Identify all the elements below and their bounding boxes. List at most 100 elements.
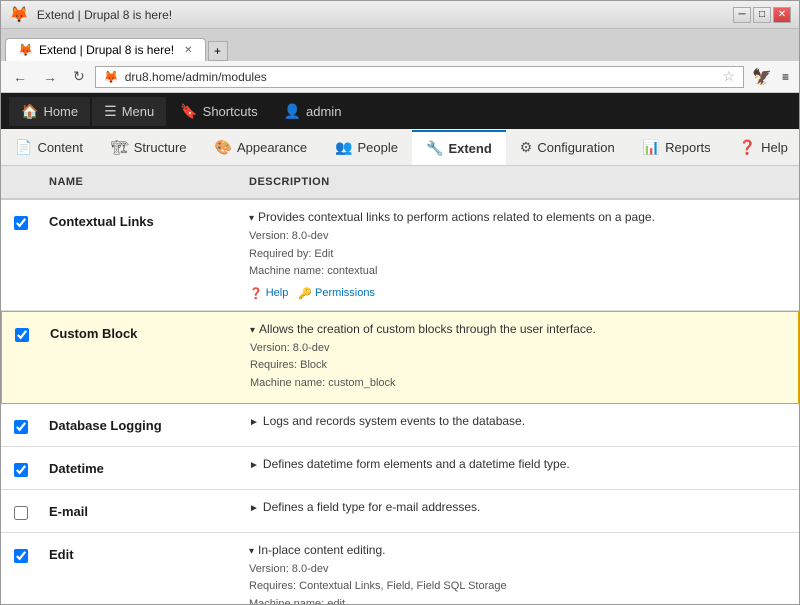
toolbar-menu[interactable]: ☰ Menu: [92, 97, 166, 126]
triangle-icon-edit: ▾: [249, 546, 254, 557]
module-desc-datetime: Defines datetime form elements and a dat…: [263, 457, 570, 471]
drupal-icon[interactable]: 🦅: [748, 65, 776, 89]
home-icon: 🏠: [21, 103, 38, 120]
admin-icon: 👤: [284, 103, 301, 120]
checkbox-database-logging[interactable]: [14, 420, 28, 434]
module-name-database-logging: Database Logging: [49, 418, 162, 433]
bookmark-star-icon[interactable]: ☆: [723, 68, 736, 85]
nav-people[interactable]: 👥 People: [321, 131, 412, 164]
checkbox-datetime[interactable]: [14, 463, 28, 477]
triangle-icon-contextual: ▾: [249, 213, 254, 224]
module-name-contextual-links: Contextual Links: [49, 214, 154, 229]
module-name-custom-block: Custom Block: [50, 326, 137, 341]
permissions-link-contextual[interactable]: 🔑 Permissions: [298, 287, 375, 300]
nav-structure-label: Structure: [134, 140, 187, 155]
nav-structure[interactable]: 🏗 Structure: [97, 131, 201, 164]
checkbox-cell-email: [1, 490, 41, 532]
name-cell-custom-block: Custom Block: [42, 312, 242, 403]
menu-icon: ☰: [104, 103, 117, 120]
perm-link-icon-contextual: 🔑: [298, 287, 312, 300]
version-contextual: Version: 8.0-dev: [249, 228, 791, 246]
module-desc-custom-block: Allows the creation of custom blocks thr…: [259, 322, 596, 336]
nav-content[interactable]: 📄 Content: [1, 131, 97, 164]
nav-help-label: Help: [761, 140, 788, 155]
name-cell-contextual: Contextual Links: [41, 200, 241, 310]
minimize-button[interactable]: ─: [733, 7, 751, 23]
appearance-icon: 🎨: [215, 139, 232, 156]
checkbox-custom-block[interactable]: [15, 328, 29, 342]
module-row-custom-block: Custom Block ▾ Allows the creation of cu…: [1, 311, 799, 404]
nav-appearance[interactable]: 🎨 Appearance: [201, 131, 322, 164]
checkbox-edit[interactable]: [14, 549, 28, 563]
toolbar-shortcuts[interactable]: 🔖 Shortcuts: [168, 97, 269, 126]
new-tab-button[interactable]: +: [208, 41, 228, 61]
meta-contextual: Version: 8.0-dev Required by: Edit Machi…: [249, 228, 791, 281]
shortcuts-icon: 🔖: [180, 103, 197, 120]
th-description: DESCRIPTION: [241, 170, 799, 194]
checkbox-cell-datetime: [1, 447, 41, 489]
meta-edit: Version: 8.0-dev Requires: Contextual Li…: [249, 561, 791, 604]
nav-appearance-label: Appearance: [237, 140, 307, 155]
address-text: dru8.home/admin/modules: [125, 70, 717, 84]
toolbar-shortcuts-label: Shortcuts: [203, 104, 258, 119]
module-desc-database-logging: Logs and records system events to the da…: [263, 414, 525, 428]
th-checkbox: [1, 170, 41, 194]
nav-icons: 🦅 ≡: [748, 65, 793, 89]
checkbox-cell-edit: [1, 533, 41, 604]
requires-custom-block: Requires: Block: [250, 357, 790, 375]
module-name-email: E-mail: [49, 504, 88, 519]
name-cell-datetime: Datetime: [41, 447, 241, 489]
table-header: NAME DESCRIPTION: [1, 166, 799, 200]
nav-extra-icon[interactable]: ≡: [778, 65, 793, 89]
structure-icon: 🏗: [111, 139, 129, 156]
nav-extend[interactable]: 🔧 Extend: [412, 130, 506, 165]
version-custom-block: Version: 8.0-dev: [250, 340, 790, 358]
module-row-edit: Edit ▾ In-place content editing. Version…: [1, 533, 799, 604]
triangle-icon-db-logging: ►: [249, 417, 259, 428]
window-controls: ─ □ ✕: [733, 7, 791, 23]
tab-label: Extend | Drupal 8 is here!: [39, 43, 174, 57]
checkbox-email[interactable]: [14, 506, 28, 520]
reports-icon: 📊: [643, 139, 660, 156]
module-row-datetime: Datetime ► Defines datetime form element…: [1, 447, 799, 490]
configuration-icon: ⚙: [520, 139, 533, 156]
module-row-email: E-mail ► Defines a field type for e-mail…: [1, 490, 799, 533]
browser-tab[interactable]: 🦊 Extend | Drupal 8 is here! ✕: [5, 38, 206, 61]
triangle-icon-custom-block: ▾: [250, 325, 255, 336]
tab-close-button[interactable]: ✕: [184, 45, 192, 56]
back-button[interactable]: ←: [7, 67, 33, 87]
help-icon: ❓: [739, 139, 756, 156]
checkbox-contextual-links[interactable]: [14, 216, 28, 230]
browser-title: Extend | Drupal 8 is here!: [37, 8, 172, 22]
module-desc-contextual: Provides contextual links to perform act…: [258, 210, 655, 224]
close-button[interactable]: ✕: [773, 7, 791, 23]
name-cell-database-logging: Database Logging: [41, 404, 241, 446]
name-cell-edit: Edit: [41, 533, 241, 604]
refresh-button[interactable]: ↻: [67, 66, 91, 87]
nav-bar: ← → ↻ 🦊 dru8.home/admin/modules ☆ 🦅 ≡: [1, 61, 799, 93]
desc-cell-contextual: ▾ Provides contextual links to perform a…: [241, 200, 799, 310]
tab-favicon: 🦊: [18, 43, 33, 57]
desc-cell-edit: ▾ In-place content editing. Version: 8.0…: [241, 533, 799, 604]
toolbar-admin[interactable]: 👤 admin: [272, 97, 354, 126]
secondary-nav: 📄 Content 🏗 Structure 🎨 Appearance 👥 Peo…: [1, 129, 799, 166]
module-name-datetime: Datetime: [49, 461, 104, 476]
nav-help[interactable]: ❓ Help: [725, 131, 800, 164]
nav-configuration-label: Configuration: [537, 140, 614, 155]
help-link-contextual[interactable]: ❓ Help: [249, 287, 288, 300]
address-favicon: 🦊: [104, 70, 119, 84]
toolbar-home-label: Home: [43, 104, 78, 119]
meta-custom-block: Version: 8.0-dev Requires: Block Machine…: [250, 340, 790, 393]
title-bar-left: 🦊 Extend | Drupal 8 is here!: [9, 5, 172, 25]
address-bar[interactable]: 🦊 dru8.home/admin/modules ☆: [95, 66, 744, 88]
nav-reports[interactable]: 📊 Reports: [629, 131, 725, 164]
forward-button[interactable]: →: [37, 67, 63, 87]
maximize-button[interactable]: □: [753, 7, 771, 23]
th-name: NAME: [41, 170, 241, 194]
checkbox-cell-contextual: [1, 200, 41, 310]
toolbar-home[interactable]: 🏠 Home: [9, 97, 90, 126]
links-contextual: ❓ Help 🔑 Permissions: [249, 287, 791, 300]
version-edit: Version: 8.0-dev: [249, 561, 791, 579]
nav-configuration[interactable]: ⚙ Configuration: [506, 131, 629, 164]
triangle-icon-datetime: ►: [249, 460, 259, 471]
